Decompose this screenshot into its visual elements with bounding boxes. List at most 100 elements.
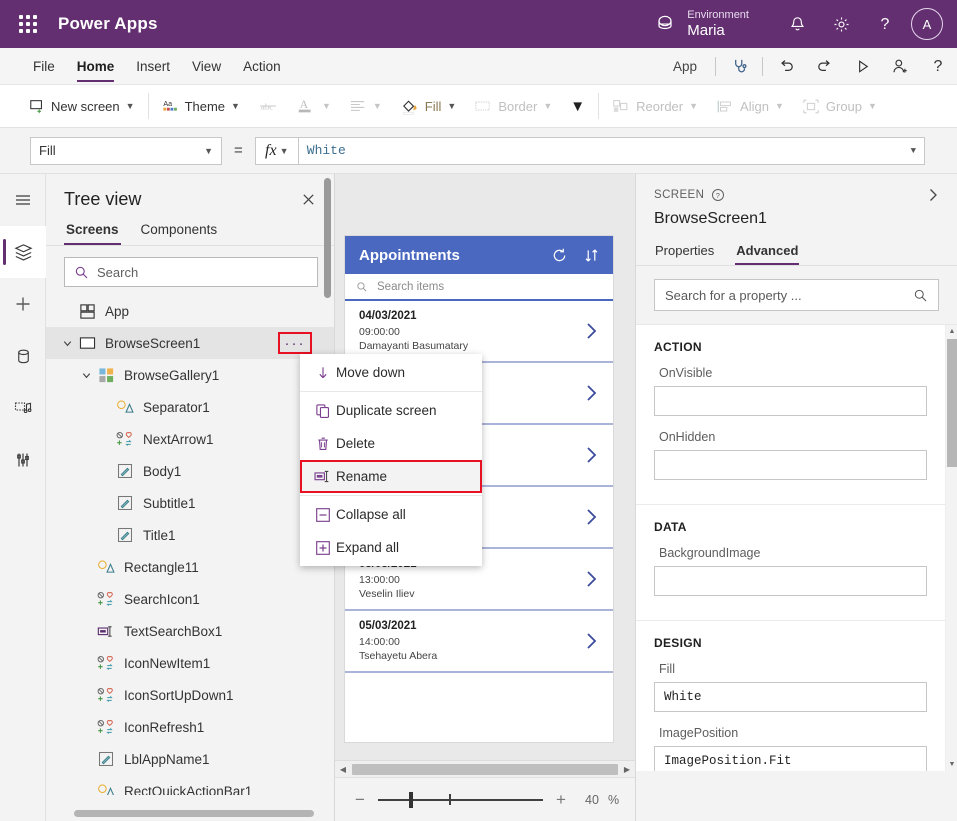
tree-item-subtitle1[interactable]: Subtitle1 (46, 487, 334, 519)
chevron-right-icon[interactable] (584, 506, 599, 528)
gear-icon[interactable] (819, 0, 863, 48)
chevron-down-icon[interactable]: ▼ (911, 146, 916, 156)
tree-item-iconsortupdown1[interactable]: IconSortUpDown1 (46, 679, 334, 711)
tab-screens[interactable]: Screens (64, 215, 121, 245)
zoom-slider-thumb[interactable] (409, 792, 413, 808)
chevron-down-icon[interactable] (77, 370, 95, 381)
chevron-down-icon[interactable] (58, 338, 76, 349)
collapse-panel-button[interactable] (925, 187, 941, 203)
context-menu-item-move-down[interactable]: Move down (300, 356, 482, 389)
tree-item-textsearchbox1[interactable]: TextSearchBox1 (46, 615, 334, 647)
sort-updown-icon[interactable] (584, 247, 599, 264)
context-menu-item-duplicate-screen[interactable]: Duplicate screen (300, 394, 482, 427)
zoom-slider[interactable] (378, 792, 543, 808)
ribbon-more-button[interactable]: ▼ (561, 90, 594, 122)
group-button: Group ▼ (793, 90, 886, 122)
tree-item-rectquickactionbar1[interactable]: RectQuickActionBar1 (46, 775, 334, 795)
theme-label: Theme (185, 99, 225, 114)
selected-control-name: BrowseScreen1 (654, 210, 941, 228)
tree-item-lblappname1[interactable]: LblAppName1 (46, 743, 334, 775)
scroll-thumb[interactable] (947, 339, 957, 467)
tree-item-separator1[interactable]: Separator1 (46, 391, 334, 423)
menu-item-view[interactable]: View (181, 48, 232, 85)
tree-view-icon[interactable] (0, 226, 46, 278)
avatar[interactable]: A (911, 8, 943, 40)
context-menu-item-rename[interactable]: Rename (300, 460, 482, 493)
data-icon[interactable] (0, 330, 46, 382)
property-select[interactable]: Fill ▼ (30, 137, 222, 165)
refresh-icon[interactable] (551, 247, 568, 264)
menubar-help-icon[interactable]: ? (919, 48, 957, 85)
tree-item-browsescreen1[interactable]: BrowseScreen1··· (46, 327, 334, 359)
undo-icon[interactable] (767, 48, 805, 85)
app-checker-icon[interactable] (720, 48, 758, 85)
advanced-tools-icon[interactable] (0, 434, 46, 486)
scroll-left-arrow[interactable]: ◀ (335, 765, 351, 774)
scroll-down-arrow[interactable]: ▼ (946, 758, 957, 771)
chevron-right-icon[interactable] (584, 630, 599, 652)
close-icon[interactable] (297, 188, 320, 211)
scroll-thumb[interactable] (352, 764, 618, 775)
tree-item-more-options-button[interactable]: ··· (278, 332, 312, 354)
property-input-fill[interactable]: White (654, 682, 927, 712)
fill-button[interactable]: Fill ▼ (391, 90, 466, 122)
tree-item-title1[interactable]: Title1 (46, 519, 334, 551)
app-button[interactable]: App (659, 59, 711, 74)
menu-item-insert[interactable]: Insert (125, 48, 181, 85)
hamburger-icon[interactable] (0, 174, 46, 226)
menu-item-file[interactable]: File (22, 48, 66, 85)
tree-item-iconrefresh1[interactable]: IconRefresh1 (46, 711, 334, 743)
theme-button[interactable]: Aa Theme ▼ (153, 90, 249, 122)
icon-icon (95, 719, 117, 736)
tab-components[interactable]: Components (139, 215, 220, 245)
context-menu-item-expand-all[interactable]: Expand all (300, 531, 482, 564)
scroll-up-arrow[interactable]: ▲ (946, 325, 957, 338)
property-input-onvisible[interactable] (654, 386, 927, 416)
chevron-right-icon[interactable] (584, 444, 599, 466)
property-input-backgroundimage[interactable] (654, 566, 927, 596)
tab-advanced[interactable]: Advanced (735, 239, 799, 265)
tree-item-app[interactable]: App (46, 295, 334, 327)
chevron-right-icon[interactable] (584, 568, 599, 590)
tree-vertical-scrollbar[interactable] (324, 178, 331, 298)
menu-item-home[interactable]: Home (66, 48, 126, 85)
tree-item-nextarrow1[interactable]: NextArrow1 (46, 423, 334, 455)
help-icon[interactable]: ? (863, 0, 907, 48)
tree-horizontal-scrollbar[interactable] (74, 810, 314, 817)
tree-item-rectangle11[interactable]: Rectangle11 (46, 551, 334, 583)
media-icon[interactable] (0, 382, 46, 434)
new-screen-button[interactable]: New screen ▼ (20, 90, 144, 122)
fx-button[interactable]: fx ▼ (255, 137, 299, 165)
context-menu-item-delete[interactable]: Delete (300, 427, 482, 460)
property-input-onhidden[interactable] (654, 450, 927, 480)
add-user-icon[interactable] (881, 48, 919, 85)
brand-title[interactable]: Power Apps (58, 14, 158, 34)
chevron-right-icon[interactable] (584, 382, 599, 404)
zoom-out-button[interactable]: − (351, 790, 369, 810)
menu-item-action[interactable]: Action (232, 48, 292, 85)
question-circle-icon[interactable]: ? (711, 188, 725, 202)
app-search-box[interactable]: Search items (345, 274, 613, 301)
bell-icon[interactable] (775, 0, 819, 48)
properties-scrollbar[interactable]: ▲ ▼ (945, 325, 957, 771)
property-search-input[interactable]: Search for a property ... (654, 279, 939, 311)
formula-input[interactable]: White ▼ (299, 137, 925, 165)
scroll-right-arrow[interactable]: ▶ (619, 765, 635, 774)
tree-item-browsegallery1[interactable]: BrowseGallery1 (46, 359, 334, 391)
insert-plus-icon[interactable] (0, 278, 46, 330)
search-input[interactable]: Search (64, 257, 318, 287)
redo-icon[interactable] (805, 48, 843, 85)
property-input-imageposition[interactable]: ImagePosition.Fit (654, 746, 927, 771)
chevron-right-icon[interactable] (584, 320, 599, 342)
tab-properties[interactable]: Properties (654, 239, 715, 265)
environment-selector[interactable]: Environment Maria (652, 9, 749, 39)
tree-item-searchicon1[interactable]: SearchIcon1 (46, 583, 334, 615)
tree-item-iconnewitem1[interactable]: IconNewItem1 (46, 647, 334, 679)
zoom-in-button[interactable]: + (552, 790, 570, 810)
app-launcher-icon[interactable] (8, 15, 48, 33)
context-menu-item-collapse-all[interactable]: Collapse all (300, 498, 482, 531)
play-icon[interactable] (843, 48, 881, 85)
tree-item-body1[interactable]: Body1 (46, 455, 334, 487)
appointment-row[interactable]: 05/03/202114:00:00Tsehayetu Abera (345, 611, 613, 673)
canvas-horizontal-scrollbar[interactable]: ◀ ▶ (335, 760, 635, 777)
